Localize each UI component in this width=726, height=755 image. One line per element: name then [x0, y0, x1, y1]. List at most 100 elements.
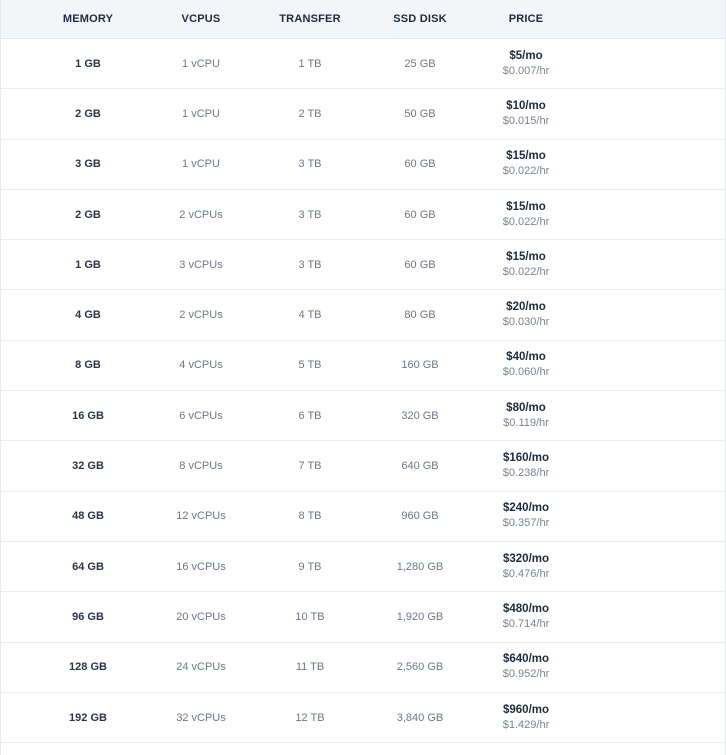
cell-vcpus: 4 vCPUs [179, 359, 223, 372]
cell-vcpus: 6 vCPUs [179, 409, 223, 422]
table-body: 1 GB 1 vCPU 1 TB 25 GB $5/mo $0.007/hr 2 GB 1 v… [1, 39, 725, 744]
price-monthly: $480/mo [502, 602, 550, 615]
cell-memory: 2 GB [75, 208, 101, 221]
cell-memory: 8 GB [75, 359, 101, 372]
cell-price: $320/mo $0.476/hr [471, 542, 581, 591]
table-row[interactable]: 3 GB 1 vCPU 3 TB 60 GB $15/mo $0.022/hr [1, 140, 725, 190]
price-hourly: $0.238/hr [502, 467, 550, 480]
price-hourly: $0.015/hr [502, 114, 550, 127]
table-row[interactable]: 1 GB 3 vCPUs 3 TB 60 GB $15/mo $0.022/hr [1, 240, 725, 291]
cell-price: $640/mo $0.952/hr [471, 643, 581, 692]
table-header: MEMORY VCPUS TRANSFER SSD DISK PRICE [1, 0, 725, 39]
cell-memory: 192 GB [69, 711, 107, 724]
cell-memory: 1 GB [75, 258, 101, 271]
cell-ssd-disk: 3,840 GB [396, 711, 444, 724]
price-monthly: $10/mo [506, 99, 546, 112]
cell-vcpus: 12 vCPUs [176, 510, 226, 523]
cell-transfer: 11 TB [295, 661, 325, 674]
price-monthly: $160/mo [502, 452, 550, 465]
cell-ssd-disk: 160 GB [401, 359, 439, 372]
price-hourly: $0.476/hr [502, 567, 550, 580]
price-hourly: $0.007/hr [502, 64, 550, 77]
table-row[interactable]: 32 GB 8 vCPUs 7 TB 640 GB $160/mo $0.238/hr [1, 441, 725, 492]
cell-vcpus: 24 vCPUs [176, 661, 226, 674]
cell-price: $15/mo $0.022/hr [471, 190, 581, 239]
cell-memory: 2 GB [75, 107, 101, 120]
cell-ssd-disk: 60 GB [404, 208, 436, 221]
cell-price: $20/mo $0.030/hr [471, 290, 581, 339]
table-row[interactable]: 192 GB 32 vCPUs 12 TB 3,840 GB $960/mo $1.429… [1, 693, 725, 744]
cell-price: $40/mo $0.060/hr [471, 341, 581, 390]
cell-transfer: 2 TB [298, 107, 322, 120]
cell-memory: 3 GB [75, 158, 101, 171]
cell-memory: 16 GB [72, 409, 104, 422]
price-monthly: $80/mo [506, 401, 546, 414]
price-monthly: $15/mo [506, 250, 546, 263]
cell-price: $80/mo $0.119/hr [471, 391, 581, 440]
cell-vcpus: 1 vCPU [182, 107, 220, 120]
cell-memory: 1 GB [75, 57, 101, 70]
price-monthly: $320/mo [502, 552, 550, 565]
cell-memory: 48 GB [72, 510, 104, 523]
price-monthly: $5/mo [509, 49, 543, 62]
cell-vcpus: 1 vCPU [182, 158, 220, 171]
table-row[interactable]: 16 GB 6 vCPUs 6 TB 320 GB $80/mo $0.119/hr [1, 391, 725, 442]
table-row[interactable]: 128 GB 24 vCPUs 11 TB 2,560 GB $640/mo $0.952… [1, 643, 725, 693]
cell-transfer: 1 TB [298, 57, 322, 70]
table-row[interactable]: 1 GB 1 vCPU 1 TB 25 GB $5/mo $0.007/hr [1, 39, 725, 90]
cell-memory: 128 GB [69, 661, 107, 674]
header-transfer: TRANSFER [279, 13, 341, 25]
cell-vcpus: 32 vCPUs [176, 711, 226, 724]
price-hourly: $0.022/hr [502, 165, 550, 178]
cell-memory: 4 GB [75, 309, 101, 322]
cell-ssd-disk: 320 GB [401, 409, 439, 422]
cell-vcpus: 1 vCPU [182, 57, 220, 70]
cell-vcpus: 8 vCPUs [179, 460, 223, 473]
table-row[interactable]: 48 GB 12 vCPUs 8 TB 960 GB $240/mo $0.357/hr [1, 492, 725, 542]
price-monthly: $20/mo [506, 301, 546, 314]
header-vcpus: VCPUS [181, 13, 221, 25]
cell-ssd-disk: 60 GB [404, 258, 436, 271]
header-price: PRICE [508, 13, 544, 25]
cell-price: $960/mo $1.429/hr [471, 693, 581, 742]
price-hourly: $0.022/hr [502, 265, 550, 278]
table-row[interactable]: 96 GB 20 vCPUs 10 TB 1,920 GB $480/mo $0.714/… [1, 592, 725, 643]
cell-memory: 64 GB [72, 560, 104, 573]
cell-ssd-disk: 60 GB [404, 158, 436, 171]
price-hourly: $0.060/hr [502, 366, 550, 379]
cell-transfer: 6 TB [298, 409, 322, 422]
table-row[interactable]: 4 GB 2 vCPUs 4 TB 80 GB $20/mo $0.030/hr [1, 290, 725, 341]
cell-ssd-disk: 80 GB [404, 309, 436, 322]
cell-ssd-disk: 50 GB [404, 107, 436, 120]
cell-transfer: 12 TB [295, 711, 325, 724]
cell-price: $5/mo $0.007/hr [471, 39, 581, 88]
cell-memory: 96 GB [72, 610, 104, 623]
cell-price: $160/mo $0.238/hr [471, 441, 581, 490]
table-row[interactable]: 8 GB 4 vCPUs 5 TB 160 GB $40/mo $0.060/hr [1, 341, 725, 392]
cell-transfer: 10 TB [295, 610, 325, 623]
cell-transfer: 3 TB [298, 258, 322, 271]
cell-transfer: 7 TB [298, 460, 322, 473]
cell-vcpus: 16 vCPUs [176, 560, 226, 573]
cell-price: $15/mo $0.022/hr [471, 140, 581, 189]
header-memory: MEMORY [62, 13, 114, 25]
price-hourly: $1.429/hr [502, 718, 550, 731]
cell-ssd-disk: 1,920 GB [396, 610, 444, 623]
cell-price: $480/mo $0.714/hr [471, 592, 581, 641]
cell-vcpus: 2 vCPUs [179, 309, 223, 322]
cell-memory: 32 GB [72, 460, 104, 473]
cell-ssd-disk: 960 GB [401, 510, 439, 523]
cell-transfer: 4 TB [298, 309, 322, 322]
cell-vcpus: 3 vCPUs [179, 258, 223, 271]
table-row[interactable]: 2 GB 1 vCPU 2 TB 50 GB $10/mo $0.015/hr [1, 89, 725, 140]
cell-price: $15/mo $0.022/hr [471, 240, 581, 289]
price-monthly: $960/mo [502, 703, 550, 716]
table-row[interactable]: 64 GB 16 vCPUs 9 TB 1,280 GB $320/mo $0.476/h… [1, 542, 725, 593]
cell-vcpus: 2 vCPUs [179, 208, 223, 221]
cell-ssd-disk: 640 GB [401, 460, 439, 473]
pricing-table: MEMORY VCPUS TRANSFER SSD DISK PRICE 1 G… [0, 0, 726, 755]
price-hourly: $0.952/hr [502, 668, 550, 681]
table-row[interactable]: 2 GB 2 vCPUs 3 TB 60 GB $15/mo $0.022/hr [1, 190, 725, 241]
cell-price: $240/mo $0.357/hr [471, 492, 581, 541]
price-monthly: $40/mo [506, 351, 546, 364]
